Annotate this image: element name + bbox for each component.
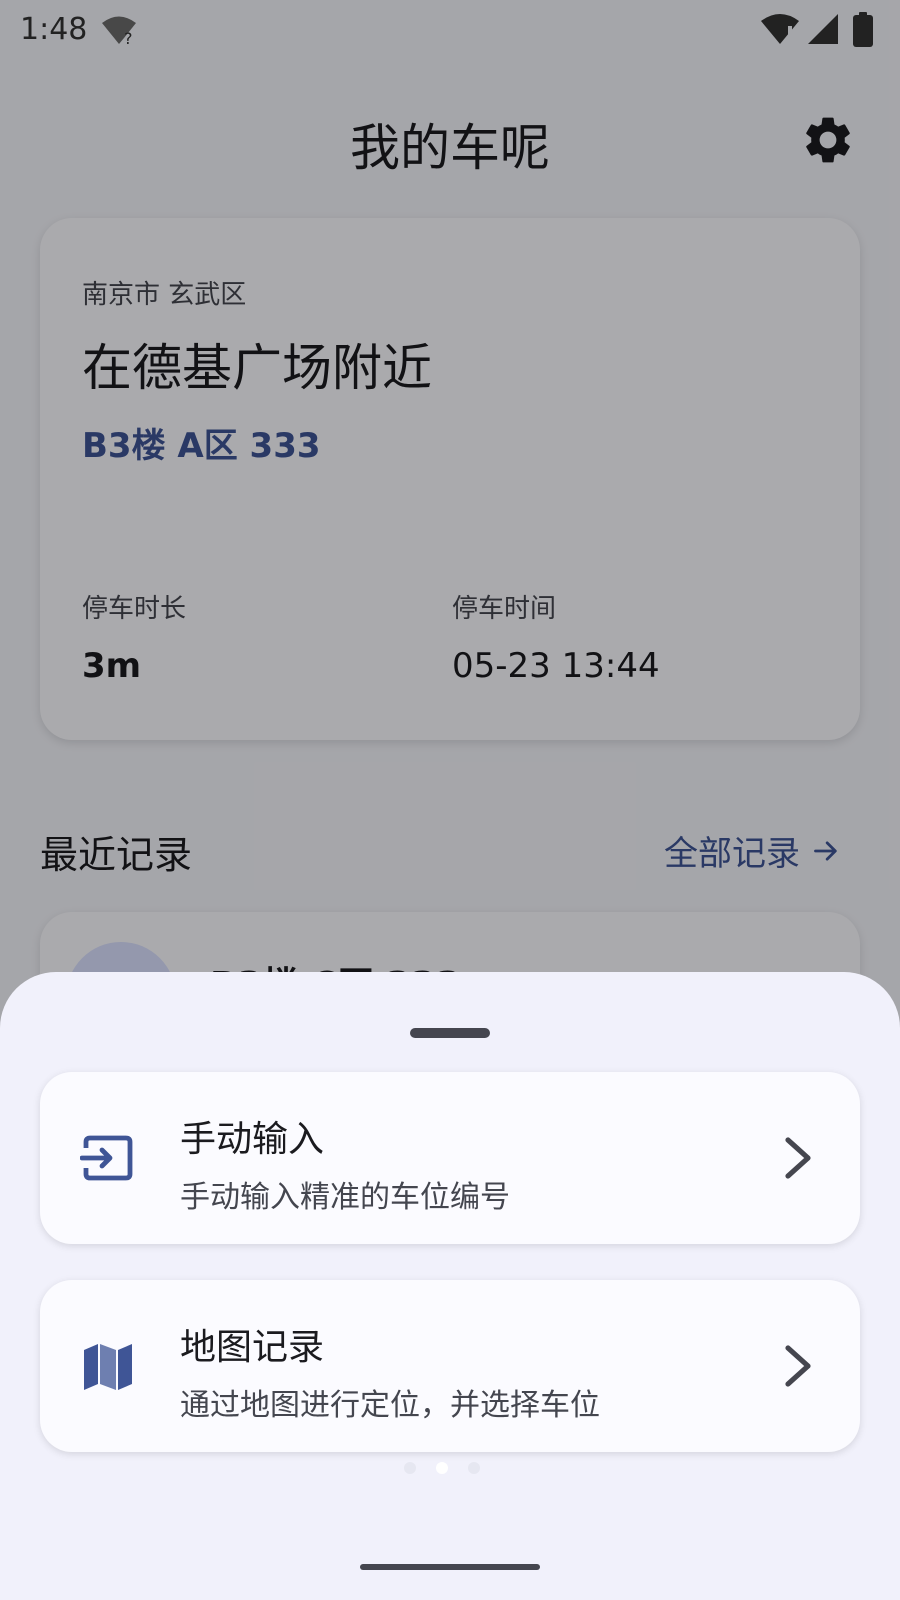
page-dot-active — [436, 1462, 448, 1474]
manual-input-title: 手动输入 — [180, 1119, 325, 1160]
page-indicator — [404, 1462, 494, 1478]
map-record-subtitle: 通过地图进行定位，并选择车位 — [180, 1388, 600, 1423]
map-icon — [84, 1344, 132, 1390]
page-dot — [468, 1462, 480, 1474]
map-record-title: 地图记录 — [180, 1327, 325, 1368]
drag-handle[interactable] — [410, 1028, 490, 1038]
page-dot — [404, 1462, 416, 1474]
chevron-right-icon — [785, 1345, 811, 1387]
manual-input-option[interactable]: 手动输入 手动输入精准的车位编号 — [40, 1072, 860, 1244]
input-icon — [80, 1135, 133, 1181]
map-record-option[interactable]: 地图记录 通过地图进行定位，并选择车位 — [40, 1280, 860, 1452]
add-record-bottom-sheet: 手动输入 手动输入精准的车位编号 地图记录 通过地图进行定位，并选择车位 — [0, 972, 900, 1600]
chevron-right-icon — [785, 1137, 811, 1179]
manual-input-subtitle: 手动输入精准的车位编号 — [180, 1180, 510, 1215]
home-indicator[interactable] — [360, 1564, 540, 1570]
